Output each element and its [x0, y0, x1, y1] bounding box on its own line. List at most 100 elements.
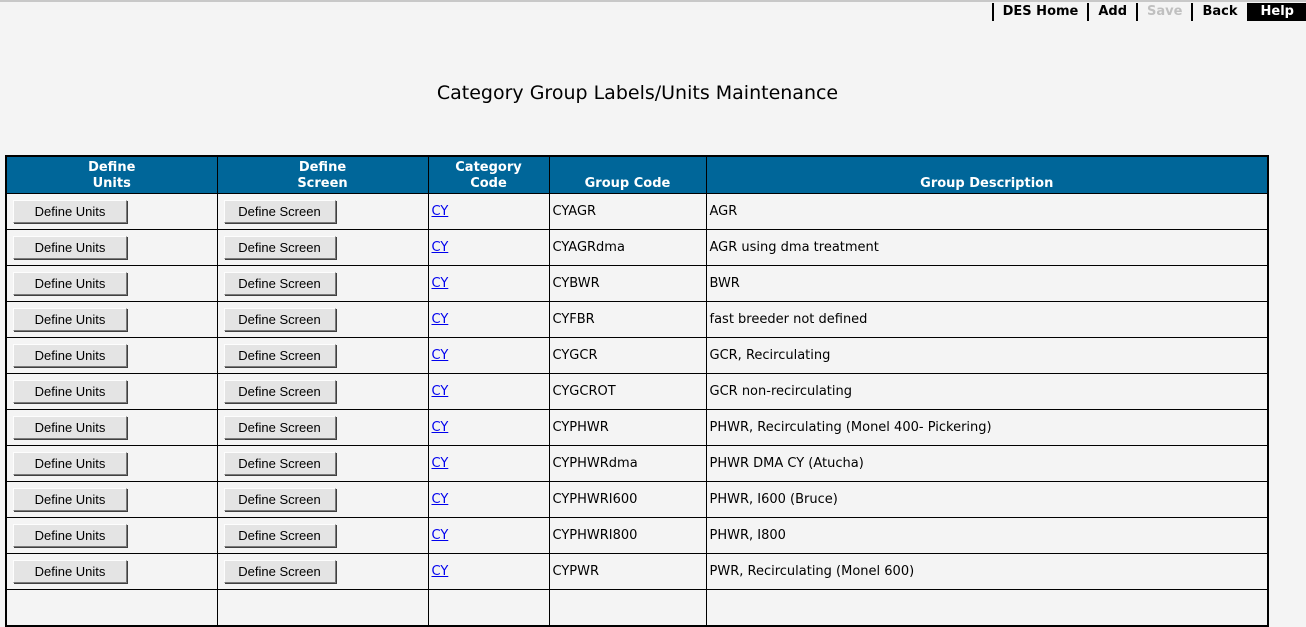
cell-group-description: PHWR DMA CY (Atucha) — [705, 445, 1269, 482]
category-code-link[interactable]: CY — [432, 492, 449, 507]
cell-group-description: GCR, Recirculating — [705, 337, 1269, 374]
table-row: Define Units Define Screen CY CYAGRdma AGR u… — [5, 229, 1269, 266]
category-code-link[interactable]: CY — [432, 456, 449, 471]
cell-define-units: Define Units — [5, 517, 218, 554]
define-screen-button[interactable]: Define Screen — [223, 380, 336, 403]
define-screen-button[interactable]: Define Screen — [223, 416, 336, 439]
table-row: Define Units Define Screen CY CYGCR GCR, Rec… — [5, 337, 1269, 374]
header-define-units-line2: Units — [92, 176, 131, 191]
help-link[interactable]: Help — [1246, 3, 1306, 21]
cell-group-description: GCR non-recirculating — [705, 373, 1269, 410]
cell-define-screen: Define Screen — [216, 301, 429, 338]
cell-category-code: CY — [427, 193, 550, 230]
table-row: Define Units Define Screen CY CYPHWRdma PHWR… — [5, 445, 1269, 482]
cell-category-code: CY — [427, 517, 550, 554]
table-row: Define Units Define Screen CY CYFBR fast bre… — [5, 301, 1269, 338]
cell-group-description: PHWR, I600 (Bruce) — [705, 481, 1269, 518]
cell-group-description: BWR — [705, 265, 1269, 302]
category-code-link[interactable]: CY — [432, 564, 449, 579]
back-link[interactable]: Back — [1191, 3, 1246, 21]
table-row: Define Units Define Screen CY CYAGR AGR — [5, 193, 1269, 230]
add-link[interactable]: Add — [1087, 3, 1136, 21]
cell-group-code: CYPHWR — [548, 409, 707, 446]
category-code-link[interactable]: CY — [432, 528, 449, 543]
cell-define-units: Define Units — [5, 337, 218, 374]
define-units-button[interactable]: Define Units — [13, 416, 127, 439]
define-screen-button[interactable]: Define Screen — [223, 236, 336, 259]
header-group-description: Group Description — [705, 155, 1269, 194]
cell-define-units — [5, 589, 218, 627]
cell-define-units: Define Units — [5, 265, 218, 302]
cell-define-screen: Define Screen — [216, 481, 429, 518]
cell-group-description: AGR using dma treatment — [705, 229, 1269, 266]
cell-group-code: CYGCR — [548, 337, 707, 374]
define-screen-button[interactable]: Define Screen — [223, 488, 336, 511]
header-define-units-line1: Define — [88, 160, 136, 175]
define-units-button[interactable]: Define Units — [13, 236, 127, 259]
header-group-code: Group Code — [548, 155, 707, 194]
header-define-screen-line2: Screen — [297, 176, 348, 191]
cell-group-code: CYPHWRI600 — [548, 481, 707, 518]
top-border — [0, 0, 1306, 2]
define-screen-button[interactable]: Define Screen — [223, 308, 336, 331]
des-home-link[interactable]: DES Home — [991, 3, 1088, 21]
cell-define-screen: Define Screen — [216, 373, 429, 410]
header-category-code-line1: Category — [455, 160, 522, 175]
category-code-link[interactable]: CY — [432, 420, 449, 435]
category-code-link[interactable]: CY — [432, 384, 449, 399]
cell-define-units: Define Units — [5, 553, 218, 590]
cell-group-code: CYPHWRI800 — [548, 517, 707, 554]
define-units-button[interactable]: Define Units — [13, 452, 127, 475]
cell-category-code: CY — [427, 229, 550, 266]
cell-group-description: PHWR, I800 — [705, 517, 1269, 554]
define-units-button[interactable]: Define Units — [13, 344, 127, 367]
define-units-button[interactable]: Define Units — [13, 380, 127, 403]
cell-group-code: CYAGR — [548, 193, 707, 230]
category-code-link[interactable]: CY — [432, 204, 449, 219]
define-screen-button[interactable]: Define Screen — [223, 272, 336, 295]
define-screen-button[interactable]: Define Screen — [223, 452, 336, 475]
define-units-button[interactable]: Define Units — [13, 200, 127, 223]
cell-define-screen: Define Screen — [216, 517, 429, 554]
define-units-button[interactable]: Define Units — [13, 560, 127, 583]
header-define-screen: Define Screen — [216, 155, 429, 194]
cell-define-screen: Define Screen — [216, 337, 429, 374]
save-link: Save — [1136, 3, 1191, 21]
category-code-link[interactable]: CY — [432, 348, 449, 363]
cell-group-code — [548, 589, 707, 627]
define-screen-button[interactable]: Define Screen — [223, 524, 336, 547]
cell-define-units: Define Units — [5, 481, 218, 518]
cell-group-code: CYPWR — [548, 553, 707, 590]
cell-group-description: fast breeder not defined — [705, 301, 1269, 338]
header-category-code-line2: Code — [470, 176, 507, 191]
define-units-button[interactable]: Define Units — [13, 308, 127, 331]
cell-category-code: CY — [427, 337, 550, 374]
cell-category-code — [427, 589, 550, 627]
cell-group-code: CYGCROT — [548, 373, 707, 410]
define-screen-button[interactable]: Define Screen — [223, 200, 336, 223]
cell-category-code: CY — [427, 265, 550, 302]
table-row: Define Units Define Screen CY CYPHWRI800 PHW… — [5, 517, 1269, 554]
header-category-code: Category Code — [427, 155, 550, 194]
cell-group-code: CYPHWRdma — [548, 445, 707, 482]
cell-group-description: AGR — [705, 193, 1269, 230]
cell-define-units: Define Units — [5, 193, 218, 230]
table-row — [5, 589, 1269, 627]
table-row: Define Units Define Screen CY CYGCROT GCR no… — [5, 373, 1269, 410]
cell-define-units: Define Units — [5, 409, 218, 446]
define-units-button[interactable]: Define Units — [13, 524, 127, 547]
cell-group-description: PWR, Recirculating (Monel 600) — [705, 553, 1269, 590]
define-screen-button[interactable]: Define Screen — [223, 344, 336, 367]
category-code-link[interactable]: CY — [432, 312, 449, 327]
cell-group-description: PHWR, Recirculating (Monel 400- Pickerin… — [705, 409, 1269, 446]
define-units-button[interactable]: Define Units — [13, 488, 127, 511]
define-screen-button[interactable]: Define Screen — [223, 560, 336, 583]
cell-define-screen: Define Screen — [216, 409, 429, 446]
category-code-link[interactable]: CY — [432, 276, 449, 291]
category-group-table: Define Units Define Screen Category Code… — [5, 155, 1269, 627]
table-row: Define Units Define Screen CY CYPHWR PHWR, R… — [5, 409, 1269, 446]
define-units-button[interactable]: Define Units — [13, 272, 127, 295]
category-code-link[interactable]: CY — [432, 240, 449, 255]
cell-define-units: Define Units — [5, 445, 218, 482]
top-nav: DES Home Add Save Back Help — [991, 3, 1306, 21]
